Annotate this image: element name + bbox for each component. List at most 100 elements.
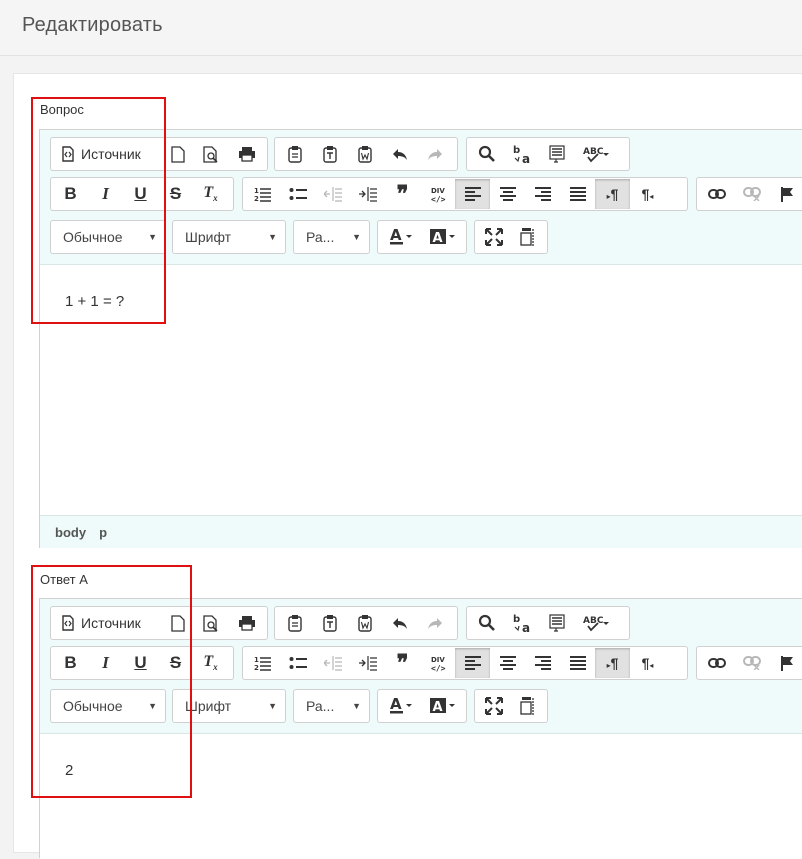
paste-word-button[interactable] <box>347 139 382 169</box>
svg-text:ABC: ABC <box>583 147 604 157</box>
anchor-button[interactable] <box>769 179 802 209</box>
italic-icon: I <box>102 653 109 672</box>
outdent-button[interactable] <box>315 179 350 209</box>
undo-button[interactable] <box>382 139 417 169</box>
spellcheck-button[interactable]: ABC <box>574 608 618 638</box>
path-item-body[interactable]: body <box>55 525 86 540</box>
justify-button[interactable] <box>560 648 595 678</box>
source-button[interactable]: Источник <box>53 139 163 169</box>
replace-button[interactable]: ba <box>504 608 539 638</box>
size-select[interactable]: Ра... ▼ <box>293 689 370 723</box>
remove-format-button[interactable]: Tx <box>193 179 228 209</box>
numbered-list-button[interactable]: 12 <box>245 648 280 678</box>
format-select[interactable]: Обычное ▼ <box>50 220 166 254</box>
paste-word-button[interactable] <box>347 608 382 638</box>
document-group: Источник <box>50 606 268 640</box>
find-button[interactable] <box>469 608 504 638</box>
source-button[interactable]: Источник <box>53 608 163 638</box>
answer-a-content-area[interactable]: 2 <box>40 734 802 859</box>
select-all-button[interactable] <box>539 139 574 169</box>
bulleted-list-button[interactable] <box>280 648 315 678</box>
print-button[interactable] <box>229 139 265 169</box>
new-page-button[interactable] <box>163 608 193 638</box>
select-all-icon <box>548 145 566 163</box>
indent-button[interactable] <box>350 648 385 678</box>
text-direction-rtl-button[interactable]: ¶◂ <box>630 179 665 209</box>
preview-button[interactable] <box>193 139 229 169</box>
redo-icon <box>426 147 444 161</box>
outdent-button[interactable] <box>315 648 350 678</box>
print-button[interactable] <box>229 608 265 638</box>
format-select[interactable]: Обычное ▼ <box>50 689 166 723</box>
div-container-button[interactable]: DIV </> <box>420 648 455 678</box>
redo-icon <box>426 616 444 630</box>
strikethrough-button[interactable]: S <box>158 179 193 209</box>
show-blocks-button[interactable] <box>511 691 545 721</box>
underline-button[interactable]: U <box>123 179 158 209</box>
anchor-button[interactable] <box>769 648 802 678</box>
maximize-button[interactable] <box>477 222 511 252</box>
align-left-button[interactable] <box>455 179 490 209</box>
remove-format-button[interactable]: Tx <box>193 648 228 678</box>
text-color-button[interactable]: A <box>380 691 422 721</box>
redo-button[interactable] <box>417 139 452 169</box>
link-button[interactable] <box>699 179 734 209</box>
paste-button[interactable] <box>277 139 312 169</box>
align-center-button[interactable] <box>490 179 525 209</box>
paste-button[interactable] <box>277 608 312 638</box>
unlink-icon <box>742 656 761 670</box>
numbered-list-button[interactable]: 12 <box>245 179 280 209</box>
replace-button[interactable]: ba <box>504 139 539 169</box>
maximize-button[interactable] <box>477 691 511 721</box>
answer-a-content[interactable]: 2 <box>65 762 73 779</box>
align-center-button[interactable] <box>490 648 525 678</box>
question-content-area[interactable]: 1 + 1 = ? <box>40 265 802 515</box>
path-item-p[interactable]: p <box>99 525 107 540</box>
bulleted-list-button[interactable] <box>280 179 315 209</box>
size-select[interactable]: Ра... ▼ <box>293 220 370 254</box>
text-direction-ltr-button[interactable]: ▸¶ <box>595 648 630 678</box>
select-all-button[interactable] <box>539 608 574 638</box>
preview-button[interactable] <box>193 608 229 638</box>
justify-button[interactable] <box>560 179 595 209</box>
unlink-button[interactable] <box>734 179 769 209</box>
spellcheck-icon: ABC <box>583 145 609 163</box>
anchor-flag-icon <box>780 186 794 202</box>
bold-button[interactable]: B <box>53 179 88 209</box>
font-select[interactable]: Шрифт ▼ <box>172 689 286 723</box>
blockquote-button[interactable]: ❞ <box>385 648 420 678</box>
strikethrough-button[interactable]: S <box>158 648 193 678</box>
indent-button[interactable] <box>350 179 385 209</box>
show-blocks-button[interactable] <box>511 222 545 252</box>
align-right-button[interactable] <box>525 179 560 209</box>
svg-text:A: A <box>390 697 402 713</box>
redo-button[interactable] <box>417 608 452 638</box>
text-direction-rtl-button[interactable]: ¶◂ <box>630 648 665 678</box>
unlink-button[interactable] <box>734 648 769 678</box>
paste-text-button[interactable] <box>312 139 347 169</box>
background-color-button[interactable]: A <box>422 222 464 252</box>
div-container-button[interactable]: DIV </> <box>420 179 455 209</box>
paste-text-button[interactable] <box>312 608 347 638</box>
text-color-button[interactable]: A <box>380 222 422 252</box>
editing-group: ba ABC <box>466 137 630 171</box>
blockquote-button[interactable]: ❞ <box>385 179 420 209</box>
outdent-icon <box>323 655 342 671</box>
italic-button[interactable]: I <box>88 179 123 209</box>
font-select[interactable]: Шрифт ▼ <box>172 220 286 254</box>
link-button[interactable] <box>699 648 734 678</box>
question-content[interactable]: 1 + 1 = ? <box>65 293 124 310</box>
find-button[interactable] <box>469 139 504 169</box>
bold-button[interactable]: B <box>53 648 88 678</box>
page-title: Редактировать <box>22 14 163 36</box>
italic-button[interactable]: I <box>88 648 123 678</box>
undo-button[interactable] <box>382 608 417 638</box>
text-direction-ltr-button[interactable]: ▸¶ <box>595 179 630 209</box>
find-icon <box>478 145 496 163</box>
spellcheck-button[interactable]: ABC <box>574 139 618 169</box>
underline-button[interactable]: U <box>123 648 158 678</box>
background-color-button[interactable]: A <box>422 691 464 721</box>
align-left-button[interactable] <box>455 648 490 678</box>
new-page-button[interactable] <box>163 139 193 169</box>
align-right-button[interactable] <box>525 648 560 678</box>
